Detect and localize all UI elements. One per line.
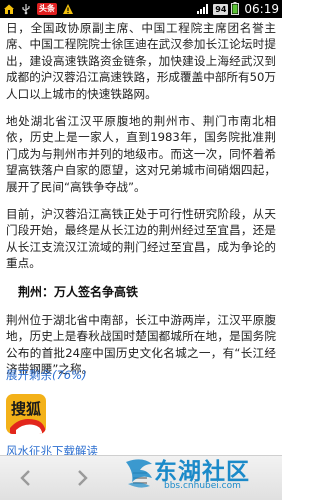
signal-icon [196,0,210,19]
usb-icon [20,0,32,19]
house-icon [3,0,15,19]
forward-icon[interactable] [72,468,92,488]
article-body: 日，全国政协原副主席、中国工程院主席团名誉主席、中国工程院院士徐匡迪在武汉参加长… [0,18,282,377]
expand-remaining-link[interactable]: 展开剩余(76%) [6,367,87,383]
battery-percent: 94 [213,3,229,15]
expand-percent: (76%) [52,368,87,382]
clock: 06:19 [244,2,279,16]
news-notification-badge: 头条 [37,3,57,15]
back-icon[interactable] [16,468,36,488]
expand-label: 展开剩余 [6,368,52,382]
section-heading: 荆州：万人签名争高铁 [18,284,139,299]
battery-icon [231,0,240,19]
warning-icon [62,0,74,19]
menu-icon[interactable] [130,468,150,488]
fox-tail-icon [10,419,46,434]
article-paragraph: 地处湖北省江汉平原腹地的荆州市、荆门市南北相依，历史上是一家人，直到1983年，… [6,114,276,194]
article-paragraph: 日，全国政协原副主席、中国工程院主席团名誉主席、中国工程院院士徐匡迪在武汉参加长… [6,21,276,101]
status-bar: 头条 94 06:19 [0,0,282,18]
bottom-navigation-bar [0,455,282,500]
status-bar-system: 94 06:19 [196,0,279,19]
sohu-app-icon[interactable]: 搜狐 [6,394,46,434]
status-bar-notifications: 头条 [3,0,196,19]
article-paragraph: 目前，沪汉蓉沿江高铁正处于可行性研究阶段，从天门段开始，最终是从长江边的荆州经过… [6,207,276,271]
